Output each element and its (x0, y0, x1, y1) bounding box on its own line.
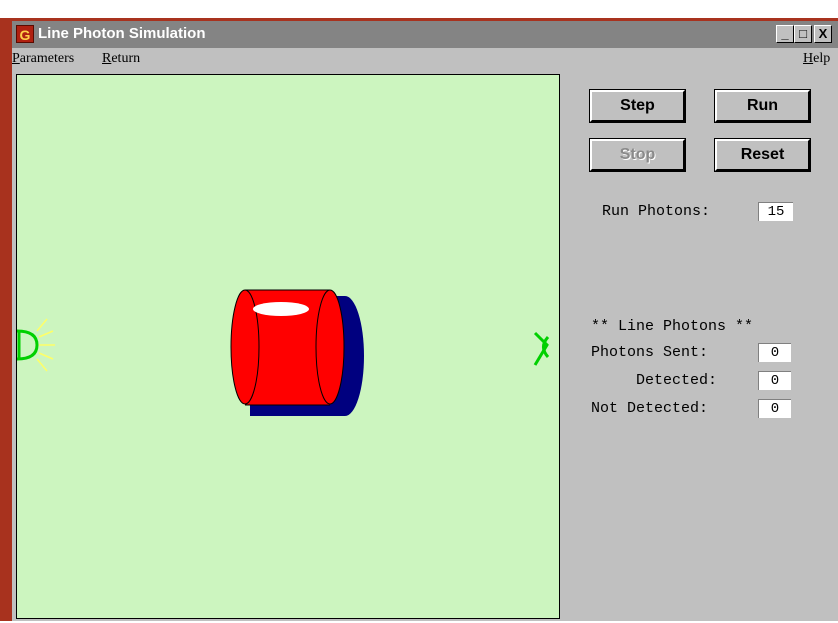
light-source-icon (16, 318, 55, 372)
step-button[interactable]: Step (589, 89, 686, 123)
minimize-button[interactable]: _ (776, 25, 794, 43)
reset-button[interactable]: Reset (714, 138, 811, 172)
menu-help[interactable]: Help (803, 51, 830, 67)
menu-return[interactable]: Return (102, 51, 140, 67)
desktop-top (0, 0, 838, 20)
stop-button[interactable]: Stop (589, 138, 686, 172)
not-detected-label: Not Detected: (591, 400, 709, 417)
title-bar[interactable]: G Line Photon Simulation _ □ X (12, 21, 838, 48)
simulation-canvas[interactable] (16, 74, 560, 619)
close-button[interactable]: X (814, 25, 832, 43)
menu-return-label: eturn (111, 51, 141, 66)
stats-header: ** Line Photons ** (591, 318, 754, 335)
detected-value: 0 (758, 371, 791, 390)
target-cylinder (230, 289, 345, 406)
menu-bar: Parameters Return Help (12, 48, 838, 70)
menu-help-mnemonic: H (803, 51, 814, 66)
close-icon: X (818, 26, 828, 41)
not-detected-value: 0 (758, 399, 791, 418)
run-photons-label: Run Photons: (602, 203, 711, 220)
window-title: Line Photon Simulation (38, 25, 206, 42)
menu-parameters-mnemonic: P (12, 51, 20, 66)
menu-help-label: elp (813, 51, 831, 66)
eye-detector-icon (533, 331, 550, 366)
screen: G Line Photon Simulation _ □ X Parameter… (0, 0, 838, 621)
frame-left-border (0, 18, 12, 621)
photons-sent-value: 0 (758, 343, 791, 362)
run-photons-input[interactable]: 15 (758, 202, 793, 221)
maximize-icon: □ (799, 26, 807, 41)
menu-parameters[interactable]: Parameters (12, 51, 74, 67)
menu-parameters-label: arameters (19, 51, 75, 66)
app-logo-icon[interactable]: G (16, 25, 34, 43)
menu-return-mnemonic: R (102, 51, 112, 66)
photons-sent-label: Photons Sent: (591, 344, 709, 361)
maximize-button[interactable]: □ (794, 25, 812, 43)
run-button[interactable]: Run (714, 89, 811, 123)
minimize-icon: _ (781, 26, 789, 41)
app-window: G Line Photon Simulation _ □ X Parameter… (12, 21, 838, 621)
detected-label: Detected: (636, 372, 718, 389)
simulation-drawing (16, 289, 550, 416)
